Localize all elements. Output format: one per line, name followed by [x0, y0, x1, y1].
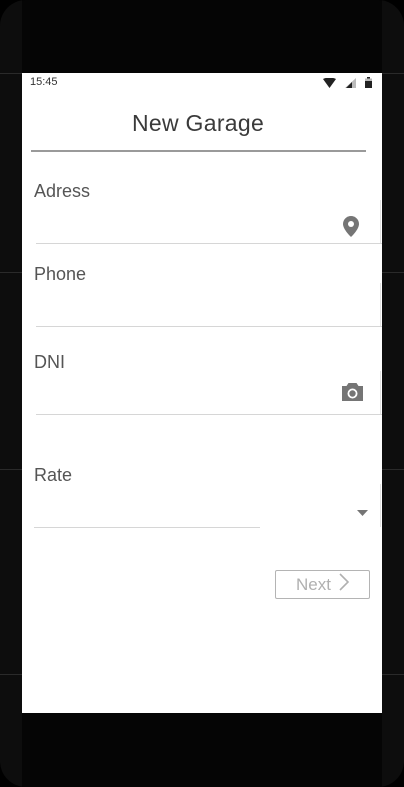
status-icons: [323, 77, 372, 91]
field-edge: [380, 283, 381, 326]
phone-label: Phone: [34, 264, 87, 284]
bezel-divider: [0, 469, 22, 470]
next-button[interactable]: Next: [275, 570, 370, 599]
status-bar: 15:45: [22, 73, 382, 93]
chevron-right-icon: [339, 573, 350, 596]
bezel-divider: [382, 73, 404, 74]
status-time: 15:45: [30, 76, 58, 88]
dni-underline: [36, 414, 382, 415]
app-screen: 15:45 New Garage Adress Phone DNI Rate N…: [22, 73, 382, 713]
dni-label: DNI: [34, 352, 65, 372]
next-button-label: Next: [296, 574, 331, 594]
camera-icon[interactable]: [342, 383, 363, 406]
device-bezel-left: [0, 0, 22, 787]
address-underline: [36, 243, 382, 244]
battery-icon: [365, 77, 372, 91]
cellular-icon: [345, 77, 356, 91]
page-title: New Garage: [131, 110, 265, 136]
wifi-icon: [323, 77, 336, 91]
location-pin-icon[interactable]: [343, 216, 359, 242]
field-edge: [380, 484, 381, 527]
phone-frame: 15:45 New Garage Adress Phone DNI Rate N…: [0, 0, 404, 787]
rate-label: Rate: [34, 465, 73, 485]
bezel-divider: [0, 674, 22, 675]
bezel-divider: [382, 272, 404, 273]
bezel-divider: [0, 73, 22, 74]
rate-underline: [34, 527, 260, 528]
device-bezel-right: [382, 0, 404, 787]
dropdown-arrow-icon[interactable]: [357, 503, 368, 521]
bezel-divider: [382, 469, 404, 470]
field-edge: [380, 371, 381, 414]
bezel-divider: [0, 272, 22, 273]
title-divider: [31, 150, 366, 152]
phone-underline: [36, 326, 382, 327]
field-edge: [380, 200, 381, 243]
bezel-divider: [382, 674, 404, 675]
address-label: Adress: [34, 181, 91, 201]
